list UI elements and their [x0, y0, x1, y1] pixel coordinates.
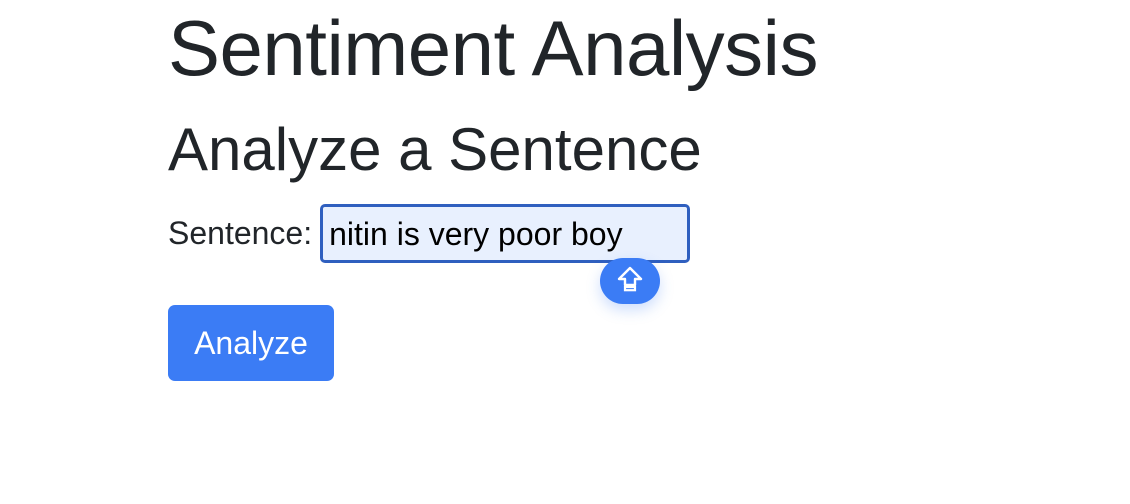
sentence-row: Sentence: — [168, 203, 691, 263]
analyze-button[interactable]: Analyze — [168, 305, 334, 381]
page-title: Sentiment Analysis — [168, 4, 819, 92]
sentence-input[interactable] — [320, 203, 691, 263]
shift-button[interactable] — [600, 258, 660, 304]
sentence-label: Sentence: — [168, 215, 313, 251]
shift-arrow-icon — [616, 265, 644, 298]
section-title: Analyze a Sentence — [168, 116, 702, 183]
